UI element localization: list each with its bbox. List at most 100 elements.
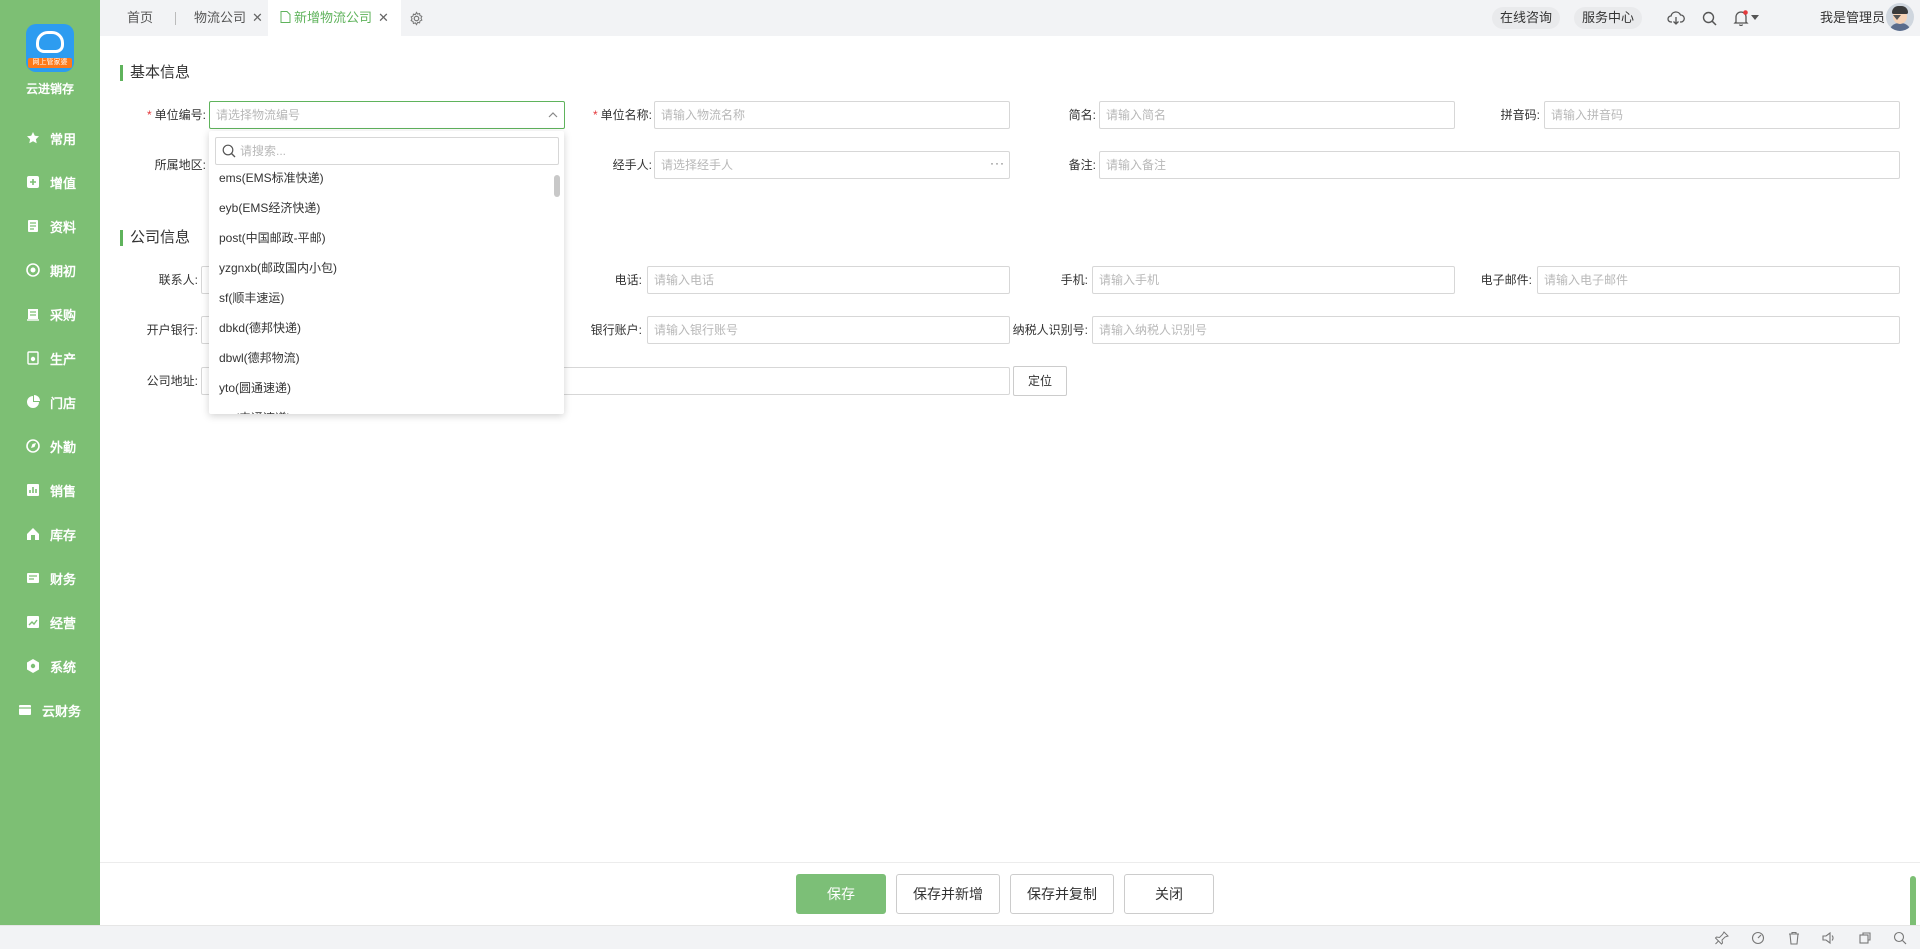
footer-divider xyxy=(100,862,1920,863)
phone-field[interactable] xyxy=(647,266,1010,294)
sidebar-item-data[interactable]: 资料 xyxy=(0,204,100,248)
dropdown-option[interactable]: sf(顺丰速运) xyxy=(209,283,554,313)
dropdown-option[interactable]: dbwl(德邦物流) xyxy=(209,343,554,373)
caret-down-icon[interactable] xyxy=(1750,9,1760,27)
sidebar-item-sales[interactable]: 销售 xyxy=(0,468,100,512)
short-name-label: 简名: xyxy=(1068,108,1096,122)
unit-code-dropdown: ems(EMS标准快递) eyb(EMS经济快递) post(中国邮政-平邮) … xyxy=(209,131,564,414)
window-icon[interactable] xyxy=(1858,931,1872,945)
sidebar-item-label: 资料 xyxy=(50,219,77,235)
dropdown-option[interactable]: post(中国邮政-平邮) xyxy=(209,223,554,253)
service-center-button[interactable]: 服务中心 xyxy=(1574,7,1643,29)
remark-label: 备注: xyxy=(1068,158,1096,172)
dropdown-options: ems(EMS标准快递) eyb(EMS经济快递) post(中国邮政-平邮) … xyxy=(209,171,554,414)
sidebar-item-production[interactable]: 生产 xyxy=(0,336,100,380)
tab-home[interactable]: 首页 xyxy=(127,0,153,36)
dropdown-option[interactable]: dbkd(德邦快递) xyxy=(209,313,554,343)
trend-icon xyxy=(26,615,40,629)
sidebar-item-label: 采购 xyxy=(50,307,77,323)
handler-select[interactable] xyxy=(654,151,1010,179)
caret-down-icon[interactable] xyxy=(1892,9,1902,27)
sidebar-item-purchase[interactable]: 采购 xyxy=(0,292,100,336)
cloud-download-icon[interactable] xyxy=(1667,9,1685,27)
contact-label: 联系人: xyxy=(158,273,198,287)
email-field[interactable] xyxy=(1537,266,1900,294)
dropdown-option[interactable]: eyb(EMS经济快递) xyxy=(209,193,554,223)
tab-logistics-company[interactable]: 物流公司 ✕ xyxy=(194,0,263,36)
taxid-field[interactable] xyxy=(1092,316,1900,344)
pin-icon[interactable] xyxy=(1715,931,1729,945)
tab-label: 物流公司 xyxy=(194,10,247,25)
sidebar-item-store[interactable]: 门店 xyxy=(0,380,100,424)
trash-icon[interactable] xyxy=(1787,931,1801,945)
sidebar-item-label: 销售 xyxy=(50,483,77,499)
gear-icon[interactable] xyxy=(407,9,425,27)
save-button[interactable]: 保存 xyxy=(796,874,886,914)
mobile-label: 手机: xyxy=(1060,273,1088,287)
page-scrollbar[interactable] xyxy=(1910,876,1916,930)
document-icon xyxy=(280,11,291,23)
chevron-up-icon[interactable] xyxy=(547,109,559,121)
unit-name-field[interactable] xyxy=(654,101,1010,129)
dropdown-option[interactable]: ems(EMS标准快递) xyxy=(209,171,554,193)
sidebar-item-cloud-finance[interactable]: 云财务 xyxy=(0,688,100,732)
close-icon[interactable]: ✕ xyxy=(378,10,389,25)
dropdown-scrollbar[interactable] xyxy=(554,175,560,197)
bell-icon[interactable] xyxy=(1732,9,1750,27)
user-name[interactable]: 我是管理员 xyxy=(1820,0,1885,36)
bar-chart-icon xyxy=(26,483,40,497)
sidebar-item-business[interactable]: 经营 xyxy=(0,600,100,644)
volume-icon[interactable] xyxy=(1822,931,1836,945)
speed-icon[interactable] xyxy=(1751,931,1765,945)
required-mark: * xyxy=(592,108,598,122)
status-bar xyxy=(0,925,1920,949)
pie-icon xyxy=(26,395,40,409)
search-icon[interactable] xyxy=(1700,9,1718,27)
save-and-copy-button[interactable]: 保存并复制 xyxy=(1010,874,1114,914)
sidebar-item-opening[interactable]: 期初 xyxy=(0,248,100,292)
sidebar-item-system[interactable]: 系统 xyxy=(0,644,100,688)
unit-code-select[interactable] xyxy=(209,101,565,129)
sidebar-item-field[interactable]: 外勤 xyxy=(0,424,100,468)
purchase-icon xyxy=(26,307,40,321)
section-title-basic: 基本信息 xyxy=(120,65,190,81)
close-icon[interactable]: ✕ xyxy=(252,10,263,25)
dropdown-option[interactable]: sto(申通速递) xyxy=(209,403,554,414)
section-title-company: 公司信息 xyxy=(120,230,190,246)
brand-name: 云进销存 xyxy=(25,82,74,96)
close-button[interactable]: 关闭 xyxy=(1124,874,1214,914)
dropdown-option[interactable]: yzgnxb(邮政国内小包) xyxy=(209,253,554,283)
logo-ribbon: 网上管家婆 xyxy=(28,58,72,68)
compass-icon xyxy=(26,439,40,453)
more-icon[interactable]: ··· xyxy=(990,156,1005,170)
handler-label: 经手人: xyxy=(612,158,652,172)
document-icon xyxy=(26,219,40,233)
bank-account-label: 银行账户: xyxy=(590,323,642,337)
top-bar: 首页 物流公司 ✕ 新增物流公司 ✕ 在线咨询 服务中心 我是管理员 xyxy=(100,0,1920,36)
wallet-icon xyxy=(26,571,40,585)
cloud-finance-icon xyxy=(18,703,32,717)
sidebar-item-common[interactable]: 常用 xyxy=(0,116,100,160)
sidebar-item-label: 期初 xyxy=(50,263,77,279)
remark-field[interactable] xyxy=(1099,151,1900,179)
dropdown-search-input[interactable] xyxy=(240,142,540,160)
region-label: 所属地区: xyxy=(154,158,206,172)
sidebar-item-finance[interactable]: 财务 xyxy=(0,556,100,600)
zoom-icon[interactable] xyxy=(1893,931,1907,945)
save-and-new-button[interactable]: 保存并新增 xyxy=(896,874,1000,914)
sidebar-item-label: 增值 xyxy=(50,175,77,191)
tab-label: 新增物流公司 xyxy=(294,10,373,25)
pinyin-field[interactable] xyxy=(1544,101,1900,129)
short-name-field[interactable] xyxy=(1099,101,1455,129)
dropdown-option[interactable]: yto(圆通速递) xyxy=(209,373,554,403)
bank-account-field[interactable] xyxy=(647,316,1010,344)
unit-name-label: * 单位名称: xyxy=(572,101,652,129)
locate-button[interactable]: 定位 xyxy=(1013,366,1067,396)
sidebar-item-label: 财务 xyxy=(50,571,77,587)
tab-new-logistics-company[interactable]: 新增物流公司 ✕ xyxy=(268,0,401,36)
mobile-field[interactable] xyxy=(1092,266,1455,294)
online-consult-button[interactable]: 在线咨询 xyxy=(1492,7,1561,29)
sidebar-item-inventory[interactable]: 库存 xyxy=(0,512,100,556)
sidebar-item-label: 系统 xyxy=(50,659,77,675)
sidebar-item-value-added[interactable]: 增值 xyxy=(0,160,100,204)
